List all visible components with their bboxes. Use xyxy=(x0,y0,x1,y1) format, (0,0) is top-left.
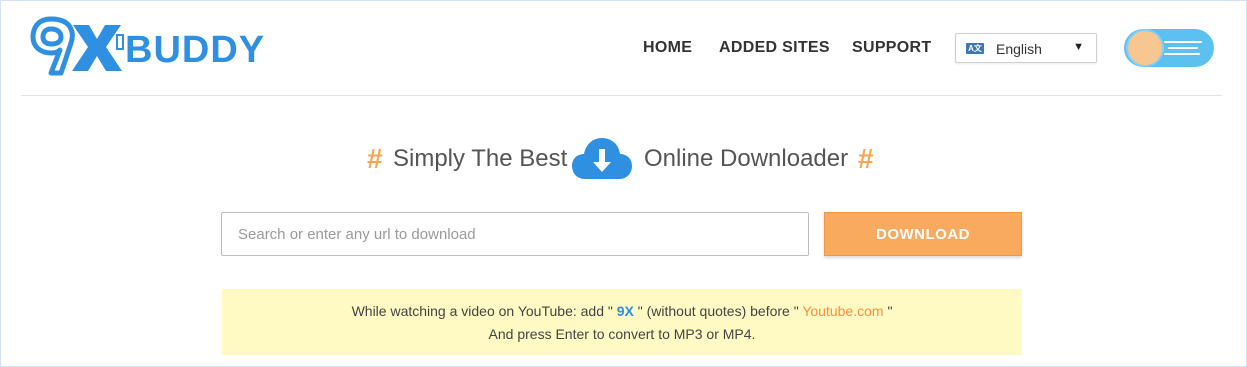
download-button[interactable]: DOWNLOAD xyxy=(824,212,1022,256)
logo-text: BUDDY xyxy=(125,29,265,71)
notice-text: While watching a video on YouTube: add " xyxy=(351,303,613,319)
site-header: BUDDY HOME ADDED SITES SUPPORT A文 Englis… xyxy=(21,1,1222,96)
hash-right: # xyxy=(858,143,874,174)
notice-line-1: While watching a video on YouTube: add "… xyxy=(222,303,1022,319)
toggle-speed-line xyxy=(1164,53,1200,55)
toggle-speed-line xyxy=(1164,41,1202,43)
notice-youtube-link[interactable]: Youtube.com xyxy=(802,303,883,319)
tagline: # Simply The Best Online Downloader # xyxy=(1,137,1247,187)
youtube-tip-notice: While watching a video on YouTube: add "… xyxy=(222,289,1022,355)
notice-line-2: And press Enter to convert to MP3 or MP4… xyxy=(488,326,756,342)
hash-left: # xyxy=(367,143,383,174)
notice-text: " xyxy=(887,303,893,319)
theme-toggle[interactable] xyxy=(1124,29,1214,67)
url-search-input[interactable] xyxy=(221,212,809,256)
chevron-down-icon: ▼ xyxy=(1073,41,1084,53)
language-selected-label: English xyxy=(996,41,1042,57)
cloud-download-icon xyxy=(572,138,632,179)
toggle-knob-icon xyxy=(1128,31,1162,65)
language-select[interactable]: A文 English ▼ xyxy=(955,33,1097,63)
notice-text: " (without quotes) before " xyxy=(637,303,799,319)
site-logo[interactable]: BUDDY xyxy=(29,15,265,77)
tagline-right-text: Online Downloader xyxy=(644,145,849,172)
tagline-left-text: Simply The Best xyxy=(393,145,568,172)
nav-added-sites[interactable]: ADDED SITES xyxy=(719,39,830,57)
translate-icon: A文 xyxy=(966,43,984,54)
nav-home[interactable]: HOME xyxy=(643,39,692,57)
notice-9x-highlight: 9X xyxy=(616,303,634,319)
toggle-speed-line xyxy=(1168,47,1198,49)
nav-support[interactable]: SUPPORT xyxy=(852,39,931,57)
